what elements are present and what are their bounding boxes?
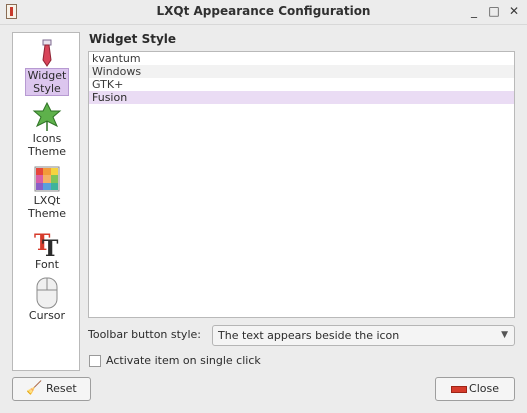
sidebar-item-font[interactable]: T T Font <box>18 228 76 271</box>
font-icon: T T <box>34 230 59 258</box>
sidebar-item-lxqt-theme[interactable]: LXQt Theme <box>18 166 76 220</box>
reset-button-label: Reset <box>45 382 77 395</box>
title-bar: LXQt Appearance Configuration _ □ ✕ <box>0 0 527 25</box>
list-item[interactable]: Windows <box>89 65 514 78</box>
list-item-selected[interactable]: Fusion <box>89 91 514 104</box>
list-item[interactable]: kvantum <box>89 52 514 65</box>
widget-style-list[interactable]: kvantum Windows GTK+ Fusion <box>88 51 515 318</box>
maximize-button[interactable]: □ <box>486 3 502 19</box>
sidebar-item-label: Font <box>35 258 59 271</box>
single-click-checkbox[interactable] <box>89 355 101 367</box>
reset-button[interactable]: 🧹 Reset <box>12 377 91 401</box>
window-title: LXQt Appearance Configuration <box>156 4 371 18</box>
list-item[interactable]: GTK+ <box>89 78 514 91</box>
sidebar-item-icons-theme[interactable]: Icons Theme <box>18 102 76 158</box>
close-button[interactable]: Close <box>435 377 515 401</box>
section-title: Widget Style <box>89 32 177 46</box>
sidebar-item-label: LXQt Theme <box>28 194 66 220</box>
color-palette-icon <box>34 166 60 192</box>
ivy-leaf-icon <box>32 102 62 131</box>
chevron-down-icon: ▼ <box>501 330 508 340</box>
minimize-button[interactable]: _ <box>466 3 482 19</box>
category-sidebar: Widget Style Icons Theme LXQt Theme T T … <box>12 32 80 371</box>
toolbar-style-dropdown[interactable]: The text appears beside the icon ▼ <box>212 325 515 346</box>
sidebar-item-label: Cursor <box>28 309 66 322</box>
toolbar-style-label: Toolbar button style: <box>88 328 201 341</box>
mouse-icon <box>36 277 58 309</box>
sidebar-item-widget-style[interactable]: Widget Style <box>18 38 76 96</box>
close-window-button[interactable]: ✕ <box>506 3 522 19</box>
dropdown-value: The text appears beside the icon <box>218 329 400 342</box>
necktie-icon <box>42 39 52 67</box>
sidebar-item-label: Widget Style <box>25 68 69 96</box>
single-click-label: Activate item on single click <box>106 354 261 367</box>
svg-text:T: T <box>42 236 59 258</box>
broom-icon: 🧹 <box>26 381 43 396</box>
sidebar-item-cursor[interactable]: Cursor <box>18 277 76 322</box>
close-icon <box>451 385 468 393</box>
sidebar-item-label: Icons Theme <box>28 132 66 158</box>
close-button-label: Close <box>469 382 499 395</box>
